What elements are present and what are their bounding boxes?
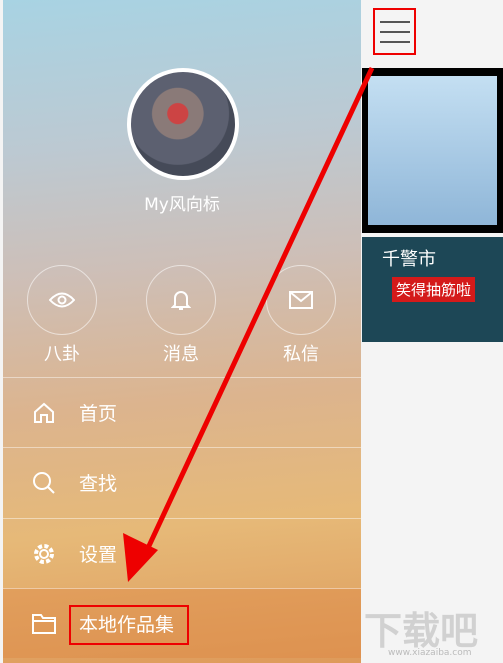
messages-button[interactable] (146, 265, 216, 335)
menu-item-search[interactable]: 查找 (3, 447, 361, 517)
menu-item-settings[interactable]: 设置 (3, 518, 361, 588)
messages-label: 消息 (163, 344, 199, 365)
private-messages-label: 私信 (283, 344, 319, 365)
folder-icon (32, 613, 56, 634)
mail-icon (289, 291, 313, 309)
eye-icon (49, 292, 75, 308)
navigation-drawer: My风向标 八卦 消息 私信 首页 查找 设置 本地作品集 (3, 0, 361, 663)
username[interactable]: My风向标 (3, 190, 361, 215)
hamburger-menu-button[interactable] (373, 8, 416, 55)
watermark-logo: 下载吧 (364, 609, 479, 653)
annotation-highlight-box (69, 605, 189, 645)
video-thumbnail[interactable]: 千警市 笑得抽筋啦 (362, 237, 503, 342)
video-caption: 笑得抽筋啦 (392, 277, 476, 302)
video-thumbnail[interactable] (362, 68, 503, 233)
avatar[interactable] (127, 68, 239, 180)
private-messages-button[interactable] (266, 265, 336, 335)
thumbnail-text: 千警市 (382, 249, 436, 270)
home-icon (34, 402, 54, 423)
gossip-button[interactable] (27, 265, 97, 335)
bell-icon (171, 291, 191, 310)
gear-icon (34, 543, 54, 564)
watermark-url: www.xiazaiba.com (388, 648, 472, 658)
menu-item-home[interactable]: 首页 (3, 377, 361, 447)
menu-label: 查找 (79, 473, 118, 495)
menu-label: 首页 (79, 403, 118, 425)
gossip-label: 八卦 (44, 344, 80, 365)
menu-label: 设置 (79, 544, 118, 566)
search-icon (33, 471, 55, 494)
